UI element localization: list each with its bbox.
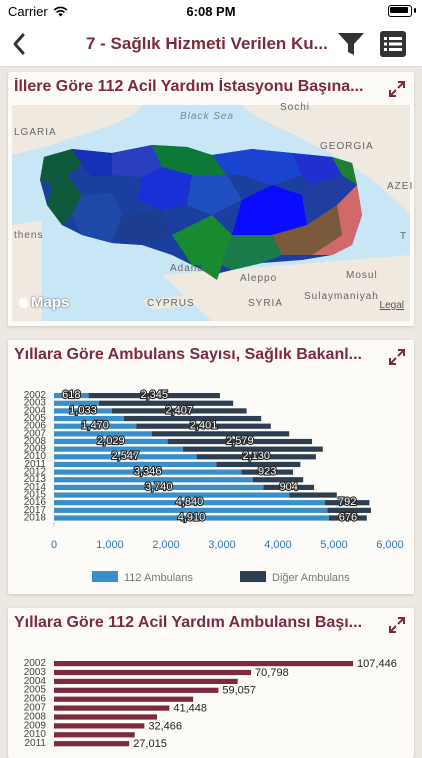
ambulance-card-title: Yıllara Göre Ambulans Sayısı, Sağlık Bak…: [14, 346, 362, 363]
bar-value-label: 4,840: [176, 496, 204, 508]
map-label-aleppo: Aleppo: [240, 273, 278, 284]
bar-value-label: 904: [280, 481, 298, 493]
map-label-adana: Adana: [170, 263, 204, 274]
bar-rate: [54, 732, 135, 738]
map-land: [12, 105, 410, 321]
status-time: 6:08 PM: [186, 4, 236, 19]
legend-label: 112 Ambulans: [124, 572, 193, 584]
map-label-syria: SYRIA: [248, 298, 284, 309]
bar-diger-ambulans: [289, 492, 337, 498]
bar-value-label: 27,015: [133, 738, 167, 750]
bar-rate: [54, 696, 194, 702]
map-label-azerbaijan: AZEI: [387, 181, 414, 192]
map-card-title: İllere Göre 112 Acil Yardım İstasyonu Ba…: [14, 78, 364, 95]
x-tick-label: 2,000: [152, 539, 180, 551]
bar-value-label: 2,547: [112, 450, 140, 462]
map-view[interactable]: Black Sea Sochi LGARIA GEORGIA AZEI then…: [12, 102, 414, 321]
bar-rate: [54, 714, 157, 720]
bar-value-label: 3,740: [145, 481, 173, 493]
map-legal-link[interactable]: Legal: [380, 300, 404, 311]
bar-value-label: 2,407: [165, 404, 193, 416]
bar-value-label: 59,057: [222, 685, 256, 697]
map-label-georgia: GEORGIA: [320, 141, 374, 152]
bar-value-label: 676: [339, 511, 357, 523]
list-menu-icon[interactable]: [379, 30, 407, 58]
map-label-black-sea: Black Sea: [180, 111, 235, 122]
bar-rate: [54, 678, 238, 684]
status-bar: Carrier 6:08 PM: [0, 0, 422, 22]
map-label-cyprus: CYPRUS: [147, 298, 195, 309]
expand-icon[interactable]: [388, 348, 406, 366]
bar-value-label: 1,033: [69, 404, 97, 416]
rate-bar-chart: 2002 107,4462003 70,79820042005 59,05720062…: [24, 658, 397, 750]
bar-rate: [54, 741, 130, 747]
map-label-mosul: Mosul: [346, 270, 378, 281]
x-tick-label: 5,000: [320, 539, 348, 551]
bar-rate: [54, 687, 219, 693]
bar-value-label: 107,446: [357, 658, 397, 670]
maps-logo: Maps: [18, 294, 69, 311]
bar-value-label: 4,910: [178, 511, 206, 523]
rate-chart-card[interactable]: Yıllara Göre 112 Acil Yardım Ambulansı B…: [8, 608, 414, 758]
map-label-sochi: Sochi: [280, 102, 311, 113]
maps-logo-text: Maps: [31, 294, 70, 311]
bar-ambulans-112: [54, 492, 290, 498]
map-card[interactable]: İllere Göre 112 Acil Yardım İstasyonu Ba…: [8, 72, 414, 326]
bar-rate: [54, 661, 354, 667]
navigation-bar: 7 - Sağlık Hizmeti Verilen Ku...: [0, 22, 422, 67]
bar-value-label: 792: [338, 496, 356, 508]
bar-value-label: 2,130: [243, 450, 271, 462]
map-label-t: T: [400, 231, 408, 242]
bar-rate: [54, 669, 252, 676]
expand-icon[interactable]: [388, 616, 406, 634]
bar-diger-ambulans: [152, 431, 290, 437]
x-tick-label: 0: [51, 539, 57, 551]
bar-value-label: 2,345: [141, 389, 169, 401]
map-label-bulgaria: LGARIA: [14, 127, 57, 138]
x-tick-label: 1,000: [96, 539, 124, 551]
y-tick-label: 2018: [24, 512, 47, 523]
legend-label: Diğer Ambulans: [272, 572, 350, 584]
expand-icon[interactable]: [388, 80, 406, 98]
bar-rate: [54, 723, 145, 729]
bar-value-label: 1,470: [81, 420, 109, 432]
ambulance-chart-card[interactable]: Yıllara Göre Ambulans Sayısı, Sağlık Bak…: [8, 340, 414, 594]
bar-value-label: 70,798: [255, 667, 289, 679]
battery-tip: [414, 8, 416, 13]
y-tick-label: 2011: [24, 738, 46, 749]
bar-value-label: 2,579: [226, 435, 254, 447]
bar-value-label: 3,346: [134, 466, 162, 478]
map-label-athens: thens: [14, 230, 44, 241]
x-tick-label: 4,000: [264, 539, 292, 551]
bar-rate: [54, 705, 170, 711]
rate-card-title: Yıllara Göre 112 Acil Yardım Ambulansı B…: [14, 614, 363, 631]
bar-value-label: 41,448: [173, 703, 207, 715]
bar-value-label: 32,466: [148, 720, 182, 732]
x-tick-label: 6,000: [376, 539, 404, 551]
bar-value-label: 923: [258, 466, 276, 478]
apple-icon: [19, 296, 29, 308]
ambulance-stacked-bar-chart: 2002 618 2,34520032004 1,033 2,40720052006 1,…: [24, 388, 404, 584]
bar-value-label: 2,029: [97, 435, 125, 447]
x-tick-label: 3,000: [208, 539, 236, 551]
filter-icon[interactable]: [336, 30, 366, 58]
back-chevron-icon[interactable]: [6, 28, 34, 60]
battery-icon: [388, 5, 412, 17]
bar-value-label: 618: [62, 389, 80, 401]
legend-swatch: [240, 571, 266, 583]
map-label-sulaymaniyah: Sulaymaniyah: [304, 291, 379, 302]
legend-swatch: [92, 571, 118, 583]
page-title: 7 - Sağlık Hizmeti Verilen Ku...: [86, 34, 328, 53]
bar-value-label: 2,401: [190, 420, 218, 432]
